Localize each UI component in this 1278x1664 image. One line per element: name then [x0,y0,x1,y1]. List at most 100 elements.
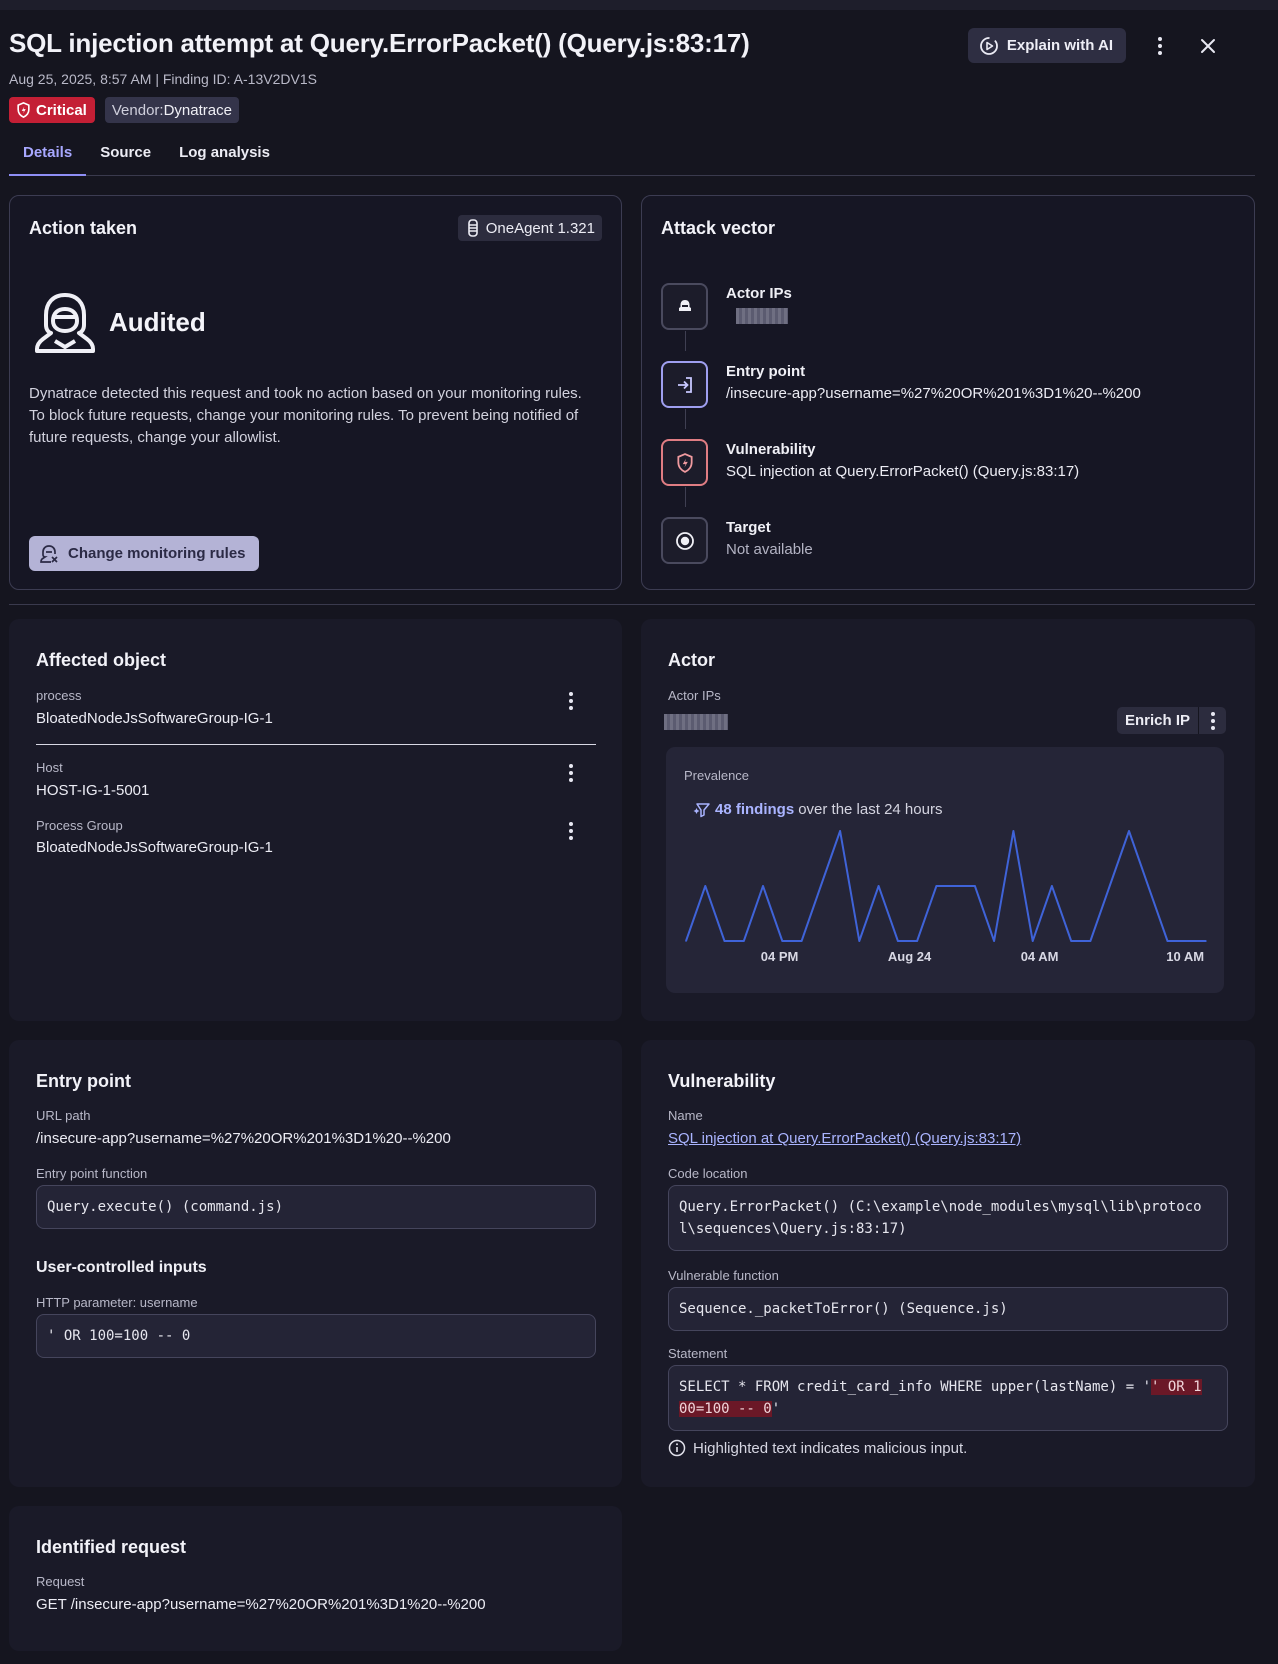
x-tick-label: Aug 24 [888,949,932,964]
actor-ip-value [664,713,728,731]
ai-play-icon [979,36,998,55]
vuln-icon-box [661,439,708,486]
identified-request-card: Identified request Request GET /insecure… [9,1506,622,1651]
tab-log-analysis[interactable]: Log analysis [165,138,284,176]
request-value: GET /insecure-app?username=%27%20OR%201%… [36,1596,486,1613]
prevalence-point [1031,940,1034,942]
malicious-input-highlight: 00=100 -- 0 [679,1401,772,1417]
status-text: Audited [109,306,206,337]
prevalence-point [935,885,938,887]
prevalence-point [1128,830,1130,832]
prevalence-point [1051,885,1053,887]
affected-object-title: Affected object [36,650,167,670]
x-tick-label: 04 AM [1021,949,1059,964]
vulnerable-function-box: Sequence._packetToError() (Sequence.js) [668,1287,1228,1331]
oneagent-icon [467,219,478,237]
process-group-menu-button[interactable] [559,819,583,843]
monitoring-rules-icon [40,544,58,563]
shield-icon [17,102,30,118]
prevalence-point [743,940,745,942]
request-label: Request [36,1574,85,1589]
agent-version: OneAgent 1.321 [485,219,595,237]
close-button[interactable] [1194,32,1222,60]
tab-details[interactable]: Details [9,138,87,176]
prevalence-panel: Prevalence 48 findings over the last 24 … [666,747,1224,993]
kebab-icon [1158,36,1162,55]
shield-icon [676,452,693,473]
prevalence-point [1185,940,1188,942]
url-path-value: /insecure-app?username=%27%20OR%201%3D1%… [36,1130,451,1147]
explain-label: Explain with AI [1006,37,1113,54]
user-inputs-title: User-controlled inputs [36,1259,207,1276]
vulnerability-card: Vulnerability Name SQL injection at Quer… [641,1040,1255,1487]
tab-source[interactable]: Source [86,138,165,176]
section-divider [9,604,1255,605]
prevalence-point [1012,830,1015,832]
statement-box: SELECT * FROM credit_card_info WHERE upp… [668,1365,1228,1431]
prevalence-point [1070,940,1072,942]
statement-label: Statement [668,1346,728,1361]
enrich-ip-button[interactable]: Enrich IP [1117,712,1198,729]
change-monitoring-rules-button[interactable]: Change monitoring rules [29,536,259,571]
enrich-menu-button[interactable] [1199,707,1226,734]
prevalence-point [800,940,803,942]
prevalence-point [974,885,976,887]
prevalence-point [762,885,764,887]
identified-request-title: Identified request [36,1537,187,1557]
entry-icon-box [661,361,708,408]
vector-connector [685,331,686,351]
prevalence-point [858,940,861,942]
actor-icon-box [661,283,708,330]
vulnerable-function-label: Vulnerable function [668,1268,779,1283]
redacted-ip [664,714,728,731]
action-taken-card: Action taken OneAgent 1.321 Audited Dyna… [9,195,622,590]
severity-badge: Critical [9,97,95,123]
severity-label: Critical [36,101,87,119]
action-description: Dynatrace detected this request and took… [29,385,582,446]
hooded-figure-icon [35,293,95,353]
actor-ips-label: Actor IPs [668,688,721,703]
code-location-box: Query.ErrorPacket() (C:\example\node_mod… [668,1185,1228,1251]
agent-chip: OneAgent 1.321 [457,215,602,241]
x-tick-label: 10 AM [1166,949,1204,964]
kebab-icon [1210,711,1215,730]
more-actions-button[interactable] [1146,32,1174,60]
prevalence-point [954,885,957,887]
prevalence-point [897,940,899,942]
actor-ips-value [726,307,792,325]
target-value: Not available [726,541,813,558]
process-menu-button[interactable] [559,689,583,713]
vector-target: Target Not available [661,517,813,564]
code-location-line: Query.ErrorPacket() (C:\example\node_mod… [679,1199,1202,1215]
prevalence-point [1108,885,1111,887]
actor-ips-label: Actor IPs [726,285,792,302]
entry-point-value: /insecure-app?username=%27%20OR%201%3D1%… [726,385,1141,402]
prevalence-point [1089,940,1092,942]
statement-text: SELECT * FROM credit_card_info WHERE upp… [679,1379,1152,1395]
entry-point-card: Entry point URL path /insecure-app?usern… [9,1040,622,1487]
entry-function-label: Entry point function [36,1166,148,1181]
target-label: Target [726,519,771,536]
vulnerability-value: SQL injection at Query.ErrorPacket() (Qu… [726,463,1080,480]
prevalence-chart: 04 PM Aug 24 04 AM 10 AM [685,830,1207,964]
process-label: process [36,688,82,703]
close-icon [1201,38,1215,53]
malicious-input-highlight: ' OR 1 [1151,1379,1202,1395]
actor-card: Actor Actor IPs Enrich IP Prevalence 48 … [641,619,1255,1021]
enrich-ip-group: Enrich IP [1117,707,1227,734]
affected-object-card: Affected object process BloatedNodeJsSof… [9,619,622,1021]
explain-with-ai-button[interactable]: Explain with AI [967,28,1126,63]
vector-vulnerability: Vulnerability SQL injection at Query.Err… [661,439,1079,486]
host-menu-button[interactable] [559,761,583,785]
vuln-name-label: Name [668,1108,703,1123]
prevalence-series-line [685,830,1206,942]
actor-title: Actor [668,650,716,670]
vendor-label: Vendor [111,101,160,119]
attack-vector-card: Attack vector Actor IPs Entry point /ins… [641,195,1255,590]
attack-vector-title: Attack vector [661,218,776,238]
change-rules-label: Change monitoring rules [68,545,246,562]
vuln-name-link[interactable]: SQL injection at Query.ErrorPacket() (Qu… [668,1130,1021,1147]
http-param-label: HTTP parameter: username [36,1295,198,1310]
statement-text: ' [771,1401,781,1417]
info-icon [668,1439,686,1457]
